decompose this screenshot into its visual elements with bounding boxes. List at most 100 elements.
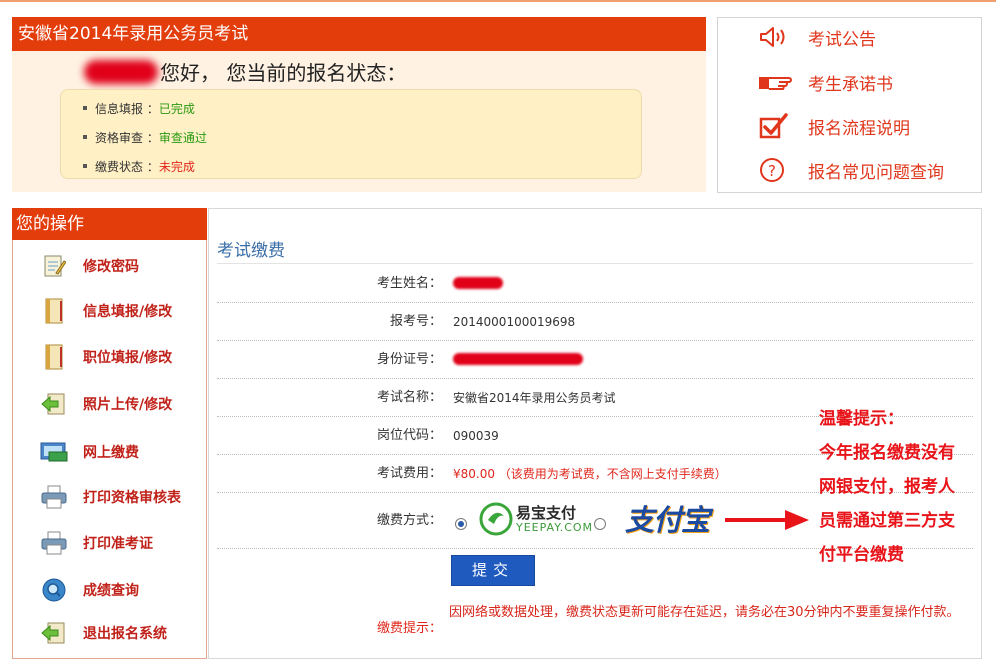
- top-accent-line: [0, 0, 996, 2]
- submit-button[interactable]: 提交: [451, 555, 535, 586]
- radio-button[interactable]: [455, 517, 467, 530]
- link-process-guide[interactable]: 报名流程说明: [758, 111, 910, 141]
- sidebar-title: 您的操作: [12, 208, 207, 240]
- field-id-number: 身份证号：: [217, 341, 973, 379]
- link-label: 报名流程说明: [808, 118, 910, 139]
- field-value: [453, 265, 503, 303]
- alipay-name: 支付宝: [625, 503, 710, 537]
- printer-icon: [39, 529, 69, 557]
- status-value: 审查通过: [158, 131, 207, 145]
- speaker-icon: [758, 26, 794, 48]
- sidebar-item-info-edit[interactable]: 信息填报/修改: [39, 295, 172, 327]
- redacted-candidate-name: [84, 60, 158, 84]
- sidebar-item-photo-upload[interactable]: 照片上传/修改: [39, 388, 172, 420]
- field-registration-number: 报考号： 2014000100019698: [217, 303, 973, 341]
- sidebar-item-change-password[interactable]: 修改密码: [39, 250, 139, 282]
- status-item-info: 信息填报 ：已完成: [83, 100, 195, 117]
- sidebar-item-label: 网上缴费: [83, 445, 139, 461]
- red-arrow-icon: [725, 510, 809, 530]
- link-commitment[interactable]: 考生承诺书: [758, 67, 893, 97]
- pointing-hand-icon: [758, 72, 794, 92]
- warm-tip-line: 付平台缴费: [819, 545, 904, 565]
- title-divider: [217, 263, 973, 264]
- sidebar-item-label: 打印准考证: [83, 536, 153, 552]
- sidebar-item-score-query[interactable]: 成绩查询: [39, 574, 139, 606]
- sidebar-menu: 修改密码 信息填报/修改 职位填报/修改 照片上传/修改 网上缴费 打印资格审核…: [12, 240, 207, 659]
- radio-yeepay[interactable]: [455, 513, 467, 532]
- link-label: 考试公告: [808, 29, 876, 50]
- upload-icon: [39, 390, 69, 418]
- field-label: 考试费用：: [376, 466, 442, 481]
- sidebar-item-label: 退出报名系统: [83, 626, 167, 642]
- yeepay-emblem-icon: [479, 502, 513, 536]
- link-label: 考生承诺书: [808, 74, 893, 95]
- status-label: 资格审查 ：: [95, 131, 159, 145]
- greeting-text: 您好， 您当前的报名状态：: [160, 61, 407, 85]
- alipay-logo[interactable]: 支付宝: [625, 500, 710, 537]
- exit-icon: [39, 619, 69, 647]
- sidebar-item-print-ticket[interactable]: 打印准考证: [39, 527, 153, 559]
- field-label: 报考号：: [389, 314, 442, 329]
- exam-title-header: 安徽省2014年录用公务员考试: [12, 17, 706, 51]
- link-label: 报名常见问题查询: [808, 162, 944, 183]
- checkbox-icon: [758, 112, 794, 140]
- link-faq[interactable]: ? 报名常见问题查询: [758, 155, 944, 185]
- status-item-qualification: 资格审查 ：审查通过: [83, 129, 207, 146]
- question-icon: ?: [758, 156, 794, 184]
- bullet-icon: [83, 164, 87, 168]
- status-label: 信息填报 ：: [95, 102, 159, 116]
- field-label: 岗位代码：: [376, 428, 442, 443]
- yeepay-logo[interactable]: 易宝支付 YEEPAY.COM: [479, 501, 593, 537]
- warm-tip-annotation: 温馨提示： 今年报名缴费没有 网银支付，报考人 员需通过第三方支 付平台缴费: [819, 402, 979, 572]
- radio-alipay[interactable]: [594, 513, 606, 532]
- field-value: [453, 341, 583, 379]
- yeepay-domain: YEEPAY.COM: [516, 520, 594, 534]
- field-value: 2014000100019698: [453, 315, 576, 329]
- sidebar-item-label: 照片上传/修改: [83, 397, 173, 413]
- field-label: 考试名称：: [376, 390, 442, 405]
- field-value: 安徽省2014年录用公务员考试: [453, 391, 616, 405]
- redacted-id-number: [453, 353, 583, 365]
- sidebar-item-position-edit[interactable]: 职位填报/修改: [39, 341, 172, 373]
- field-label: 缴费方式：: [376, 513, 442, 528]
- payment-icon: [39, 438, 69, 466]
- quick-links-panel: 考试公告 考生承诺书 报名流程说明 ? 报名常见问题查询: [717, 17, 982, 193]
- bullet-icon: [83, 106, 87, 110]
- link-exam-notice[interactable]: 考试公告: [758, 22, 876, 52]
- sidebar-item-logout[interactable]: 退出报名系统: [39, 617, 167, 649]
- warm-tip-title: 温馨提示：: [819, 409, 904, 429]
- book-icon: [39, 343, 69, 371]
- sidebar-item-label: 信息填报/修改: [83, 304, 173, 320]
- svg-text:?: ?: [768, 162, 776, 180]
- registration-status-panel: 安徽省2014年录用公务员考试 您好， 您当前的报名状态： 信息填报 ：已完成 …: [12, 17, 706, 192]
- notepad-icon: [39, 252, 69, 280]
- radio-button[interactable]: [594, 517, 606, 530]
- sidebar-item-label: 打印资格审核表: [83, 490, 181, 506]
- field-candidate-name: 考生姓名：: [217, 265, 973, 303]
- status-label: 缴费状态 ：: [95, 160, 159, 174]
- field-value: 090039: [453, 429, 499, 443]
- bullet-icon: [83, 135, 87, 139]
- warm-tip-line: 网银支付，报考人: [819, 477, 955, 497]
- sidebar-item-label: 成绩查询: [83, 583, 139, 599]
- sidebar-item-label: 修改密码: [83, 259, 139, 275]
- status-value: 未完成: [158, 160, 195, 174]
- search-icon: [39, 576, 69, 604]
- book-icon: [39, 297, 69, 325]
- redacted-name: [453, 277, 503, 289]
- field-value: ¥80.00 （该费用为考试费，不含网上支付手续费）: [453, 467, 727, 481]
- sidebar-item-print-review[interactable]: 打印资格审核表: [39, 481, 181, 513]
- status-item-payment: 缴费状态 ：未完成: [83, 158, 195, 175]
- sidebar-item-online-payment[interactable]: 网上缴费: [39, 436, 139, 468]
- greeting-line: 您好， 您当前的报名状态：: [84, 57, 406, 86]
- printer-icon: [39, 483, 69, 511]
- yeepay-name: 易宝支付: [516, 503, 577, 522]
- page-title: 考试缴费: [217, 241, 285, 261]
- status-value: 已完成: [158, 102, 195, 116]
- payment-tip-row: 缴费提示： 因网络或数据处理，缴费状态更新可能存在延迟，请务必在30分钟内不要重…: [217, 593, 973, 653]
- tip-label: 缴费提示：: [376, 621, 442, 636]
- operations-sidebar: 您的操作 修改密码 信息填报/修改 职位填报/修改 照片上传/修改 网上缴费 打…: [12, 208, 207, 659]
- field-label: 考生姓名：: [376, 276, 442, 291]
- tip-text: 因网络或数据处理，缴费状态更新可能存在延迟，请务必在30分钟内不要重复操作付款。: [449, 605, 960, 620]
- warm-tip-line: 员需通过第三方支: [819, 511, 955, 531]
